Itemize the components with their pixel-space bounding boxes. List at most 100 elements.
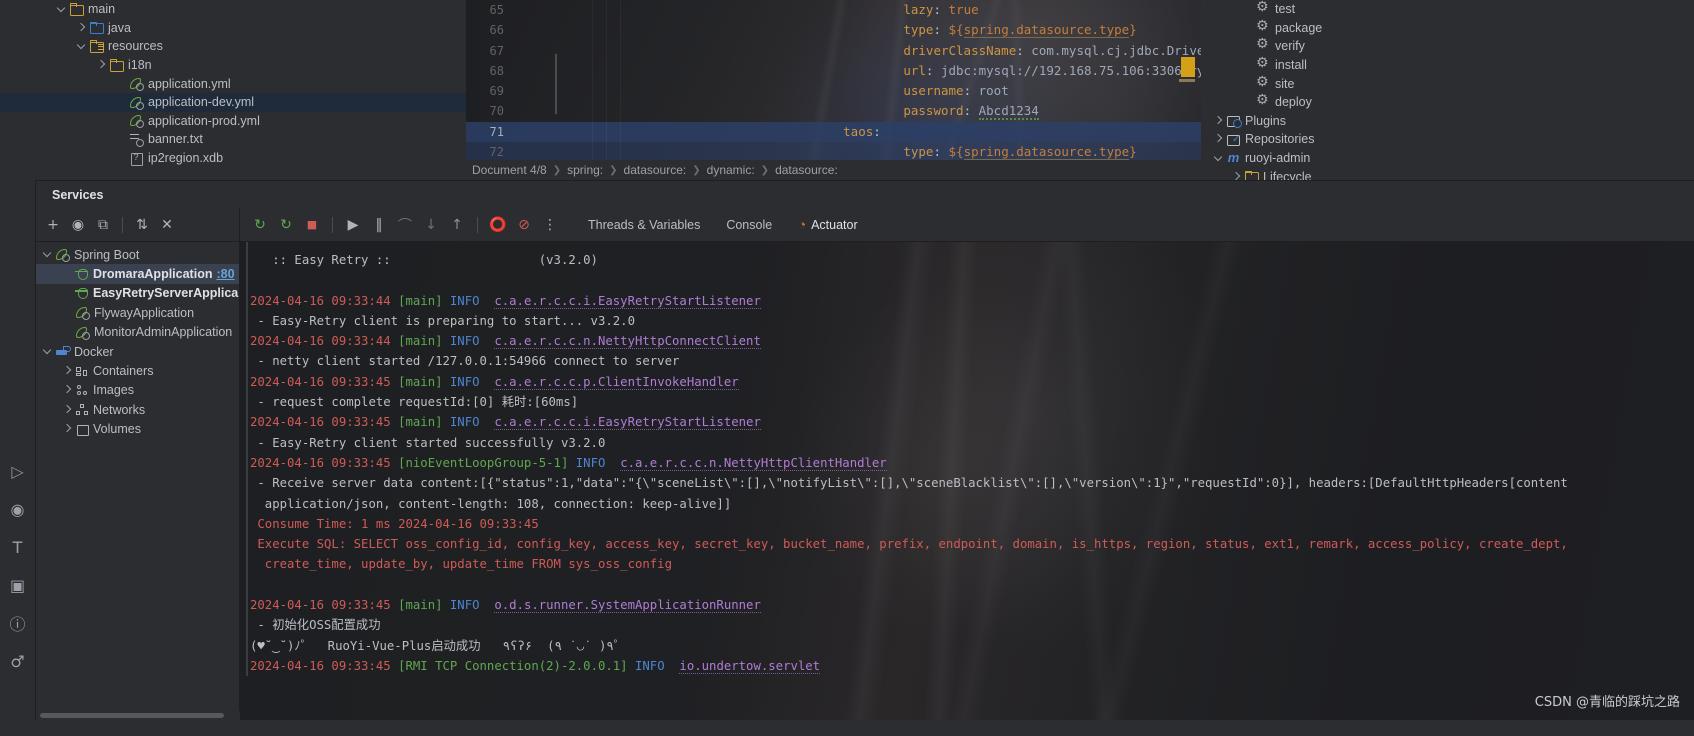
breadcrumb[interactable]: Document 4/8 ❯ spring: ❯ datasource: ❯ dynamic… [466,160,1201,180]
services-tree-item[interactable]: Docker [36,342,239,361]
service-port-label[interactable]: :80 [216,267,234,281]
resume-program-button[interactable]: ▶ [341,213,365,237]
chevron-right-icon[interactable] [96,60,107,71]
step-into-button[interactable]: ↓ [419,213,443,237]
chevron-right-icon[interactable] [62,385,73,396]
chevron-down-icon[interactable] [76,41,87,52]
console-log[interactable]: :: Easy Retry :: (v3.2.0) 2024-04-16 09:3… [240,242,1694,677]
maven-tree-item[interactable]: install [1201,55,1694,75]
show-service-button[interactable]: ◉ [67,214,89,236]
project-tree-item[interactable]: application.yml [0,74,466,93]
chevron-right-icon[interactable] [62,424,73,435]
services-tree[interactable]: Spring Boot DromaraApplication:80 EasyRetr… [36,242,239,439]
maven-tree-item[interactable]: site [1201,74,1694,93]
run-toolbar[interactable]: ↻ ↻ ■ ▶ ‖ ⌒ ↓ ↑ ⭕ ⊘ ⋮ Threads & Variables Console ◔ Ac… [240,208,1694,242]
project-tree-item[interactable]: banner.txt [0,130,466,149]
structure-tool-icon[interactable]: T [0,528,36,566]
maven-tree-item[interactable]: package [1201,18,1694,38]
services-tree-panel[interactable]: + ◉ ⧉ ⇅ ✕ Spring Boot DromaraApplication:80 Ea… [36,208,240,720]
services-tree-item[interactable]: Containers [36,361,239,380]
services-tree-item[interactable]: Spring Boot [36,245,239,264]
project-tree-item[interactable]: ip2region.xdb [0,149,466,168]
services-tree-item[interactable]: MonitorAdminApplication [36,323,239,342]
run-tool-icon[interactable]: ▷ [0,452,36,490]
project-tool-window[interactable]: main java resources i18n application.yml appl… [0,0,466,180]
tab-actuator[interactable]: ◔ Actuator [786,208,869,242]
breadcrumb-item[interactable]: spring: [567,163,603,177]
code-editor[interactable]: 65 lazy: true 66 type: ${spring.datasourc… [466,0,1201,180]
code-text: lazy: true [903,2,979,17]
services-tree-item[interactable]: Networks [36,400,239,419]
services-toolbar[interactable]: + ◉ ⧉ ⇅ ✕ [36,208,239,242]
services-tree-item[interactable]: DromaraApplication:80 [36,264,239,284]
inspection-secondary-marker[interactable] [1179,79,1195,82]
inspection-warning-marker[interactable] [1181,57,1195,77]
code-line[interactable]: 67 driverClassName: com.mysql.cj.jdbc.Dr… [466,41,1201,61]
add-service-button[interactable]: + [42,214,64,236]
project-tree-item[interactable]: application-prod.yml [0,112,466,131]
breadcrumb-item[interactable]: datasource: [775,163,838,177]
code-line[interactable]: 68 url: jdbc:mysql://192.168.75.106:3306… [466,61,1201,81]
breadcrumb-item[interactable]: dynamic: [707,163,755,177]
spring-icon [55,247,70,263]
chevron-down-icon[interactable] [56,4,67,15]
project-tree-item[interactable]: i18n [0,56,466,75]
stop-button[interactable]: ■ [300,213,324,237]
project-tree-item[interactable]: resources [0,37,466,56]
close-all-button[interactable]: ✕ [156,214,178,236]
left-tool-stripe[interactable]: ▷ ◉ T ▣ ⓘ ♂ [0,180,36,736]
rerun-debug-button[interactable]: ↻ [274,213,298,237]
tab-threads-variables[interactable]: Threads & Variables [576,208,712,242]
chevron-right-icon[interactable] [62,404,73,415]
problems-tool-icon[interactable]: ⓘ [0,604,36,642]
chevron-right-icon[interactable] [1231,171,1242,180]
code-line[interactable]: 69 username: root [466,81,1201,101]
terminal-tool-icon[interactable]: ▣ [0,566,36,604]
services-tree-item[interactable]: Volumes [36,420,239,439]
services-tree-item[interactable]: Images [36,381,239,400]
maven-tree-item[interactable]: Repositories [1201,130,1694,149]
new-tab-button[interactable]: ⧉ [92,214,114,236]
debug-bug-icon [75,267,89,281]
code-line[interactable]: 71 taos: [466,121,1201,143]
chevron-right-icon[interactable] [62,366,73,377]
maven-tree-item[interactable]: deploy [1201,92,1694,112]
services-tool-icon[interactable]: ◉ [0,490,36,528]
maven-tree-item[interactable]: test [1201,0,1694,19]
expand-collapse-button[interactable]: ⇅ [131,214,153,236]
maven-tree-item[interactable]: Plugins [1201,112,1694,131]
maven-tree-item[interactable]: Lifecycle [1201,167,1694,180]
step-out-button[interactable]: ↑ [445,213,469,237]
console-panel[interactable]: ↻ ↻ ■ ▶ ‖ ⌒ ↓ ↑ ⭕ ⊘ ⋮ Threads & Variables Console ◔ Ac… [240,208,1694,720]
breadcrumb-item[interactable]: datasource: [624,163,687,177]
code-line[interactable]: 65 lazy: true [466,0,1201,20]
project-tree-item[interactable]: main [0,0,466,19]
maven-tree-item[interactable]: verify [1201,36,1694,56]
pause-program-button[interactable]: ‖ [367,213,391,237]
maven-tool-window[interactable]: test package verify install site deploy Plugin… [1201,0,1694,180]
version-control-icon[interactable]: ♂ [0,642,36,680]
chevron-right-icon[interactable] [1213,115,1224,126]
code-line[interactable]: 70 password: Abcd1234 [466,101,1201,121]
services-horizontal-scrollbar[interactable] [36,711,240,720]
services-tree-item[interactable]: FlywayApplication [36,303,239,322]
chevron-down-icon[interactable] [42,346,53,357]
chevron-down-icon[interactable] [1213,153,1224,164]
step-over-button[interactable]: ⌒ [393,213,417,237]
code-text: url: jdbc:mysql://192.168.75.106:3306/ry… [903,62,1201,78]
rerun-button[interactable]: ↻ [248,213,272,237]
code-line[interactable]: 66 type: ${spring.datasource.type} [466,20,1201,40]
project-tree-item[interactable]: application-dev.yml [0,92,466,112]
chevron-right-icon[interactable] [1213,134,1224,145]
more-options-button[interactable]: ⋮ [538,213,562,237]
services-tree-item[interactable]: EasyRetryServerApplica [36,284,239,303]
containers-icon [75,364,89,378]
maven-tree-item[interactable]: m ruoyi-admin [1201,149,1694,168]
view-breakpoints-button[interactable]: ⊘ [512,213,536,237]
breadcrumb-item[interactable]: Document 4/8 [472,163,547,177]
chevron-down-icon[interactable] [42,249,53,260]
tab-console[interactable]: Console [714,208,784,242]
mute-breakpoints-button[interactable]: ⭕ [486,213,510,237]
chevron-right-icon[interactable] [76,22,87,33]
project-tree-item[interactable]: java [0,19,466,38]
